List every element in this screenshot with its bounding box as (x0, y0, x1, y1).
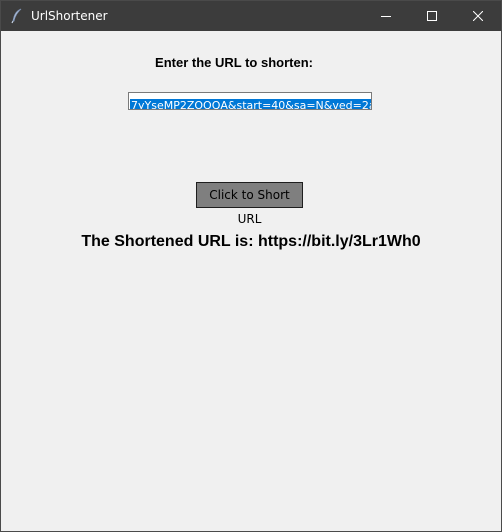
shortened-url-result: The Shortened URL is: https://bit.ly/3Lr… (81, 233, 421, 250)
minimize-icon (381, 11, 391, 21)
url-input[interactable]: 7yYseMP2ZOQQA&start=40&sa=N&ved=2ah (128, 92, 372, 110)
close-icon (473, 11, 483, 21)
app-window: UrlShortener Enter the URL to shorten: 7… (0, 0, 502, 532)
url-prompt-label: Enter the URL to shorten: (155, 55, 313, 70)
feather-icon (10, 8, 24, 24)
minimize-button[interactable] (363, 1, 409, 31)
url-input-value[interactable]: 7yYseMP2ZOQQA&start=40&sa=N&ved=2ah (130, 99, 371, 109)
main-content: Enter the URL to shorten: 7yYseMP2ZOQQA&… (1, 31, 501, 531)
maximize-icon (427, 11, 437, 21)
maximize-button[interactable] (409, 1, 455, 31)
shorten-url-button[interactable]: Click to Short URL (196, 182, 303, 226)
close-button[interactable] (455, 1, 501, 31)
window-title: UrlShortener (31, 9, 108, 23)
title-bar[interactable]: UrlShortener (1, 1, 501, 31)
